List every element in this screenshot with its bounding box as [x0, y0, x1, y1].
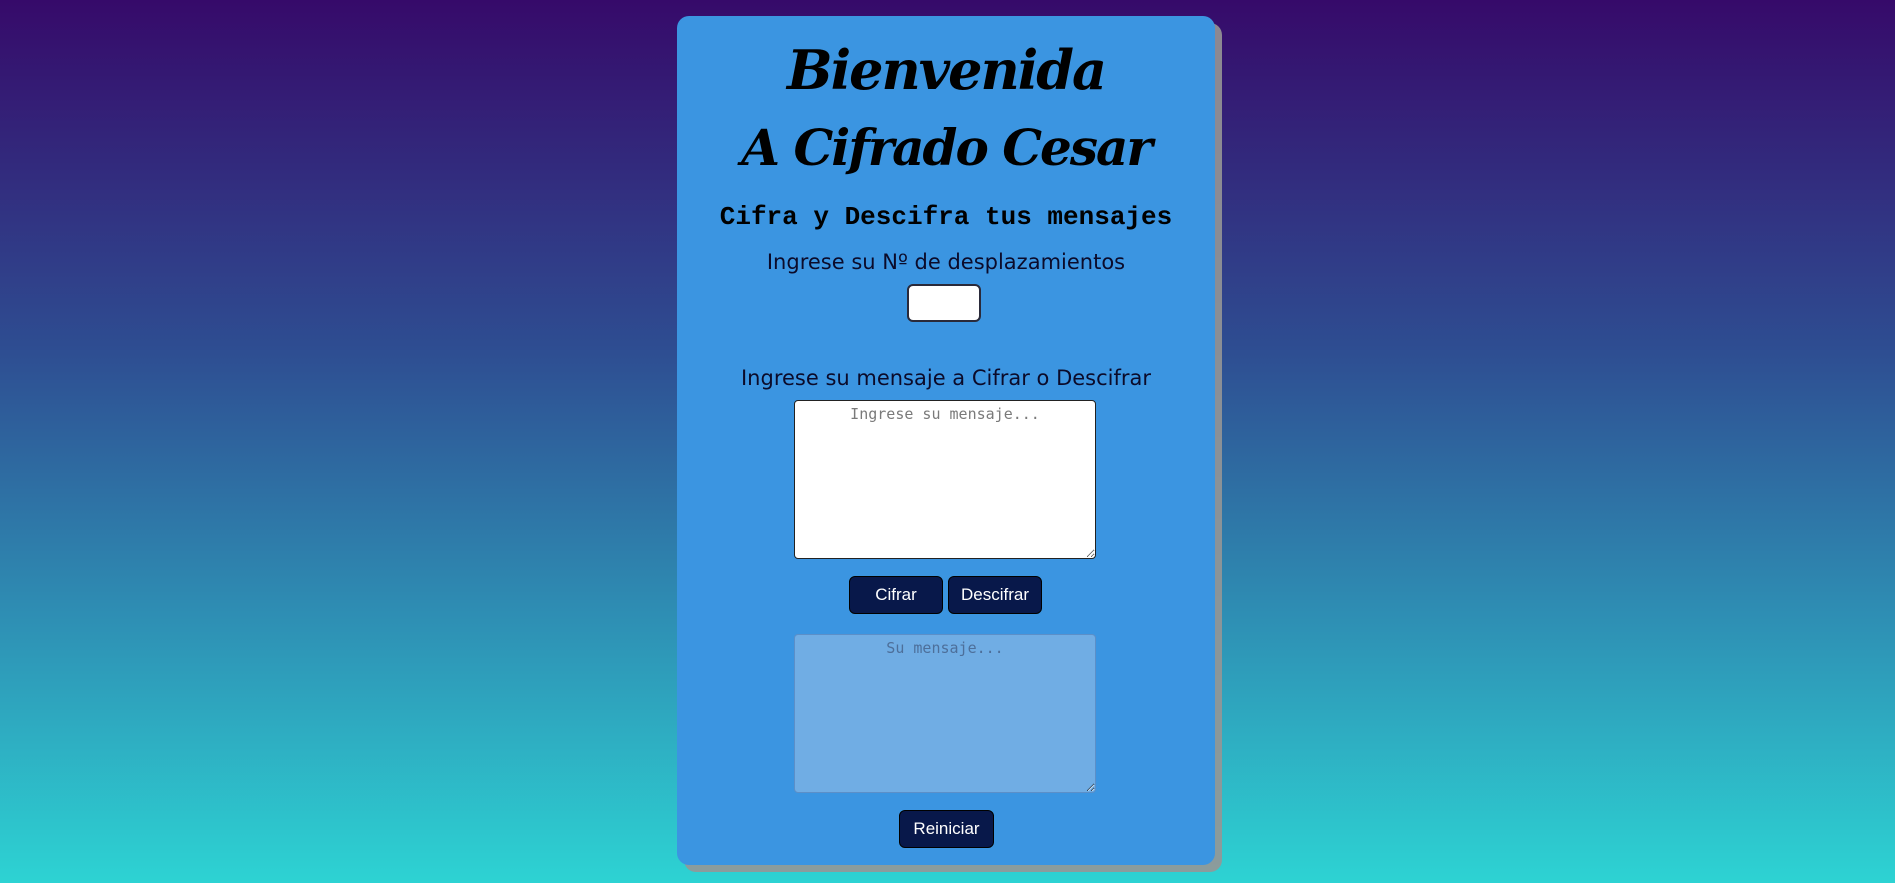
message-label: Ingrese su mensaje a Cifrar o Descifrar — [740, 366, 1152, 390]
result-output[interactable] — [794, 634, 1096, 793]
page-subtitle: A Cifrado Cesar — [741, 118, 1152, 177]
shift-label: Ingrese su Nº de desplazamientos — [766, 250, 1126, 274]
reset-button[interactable]: Reiniciar — [899, 810, 994, 848]
tagline: Cifra y Descifra tus mensajes — [719, 202, 1173, 232]
main-card: Bienvenida A Cifrado Cesar Cifra y Desci… — [677, 16, 1215, 865]
decrypt-button[interactable]: Descifrar — [948, 576, 1042, 614]
page-title: Bienvenida — [786, 38, 1107, 102]
encrypt-button[interactable]: Cifrar — [849, 576, 943, 614]
message-input[interactable] — [794, 400, 1096, 559]
shift-input[interactable] — [907, 284, 981, 322]
